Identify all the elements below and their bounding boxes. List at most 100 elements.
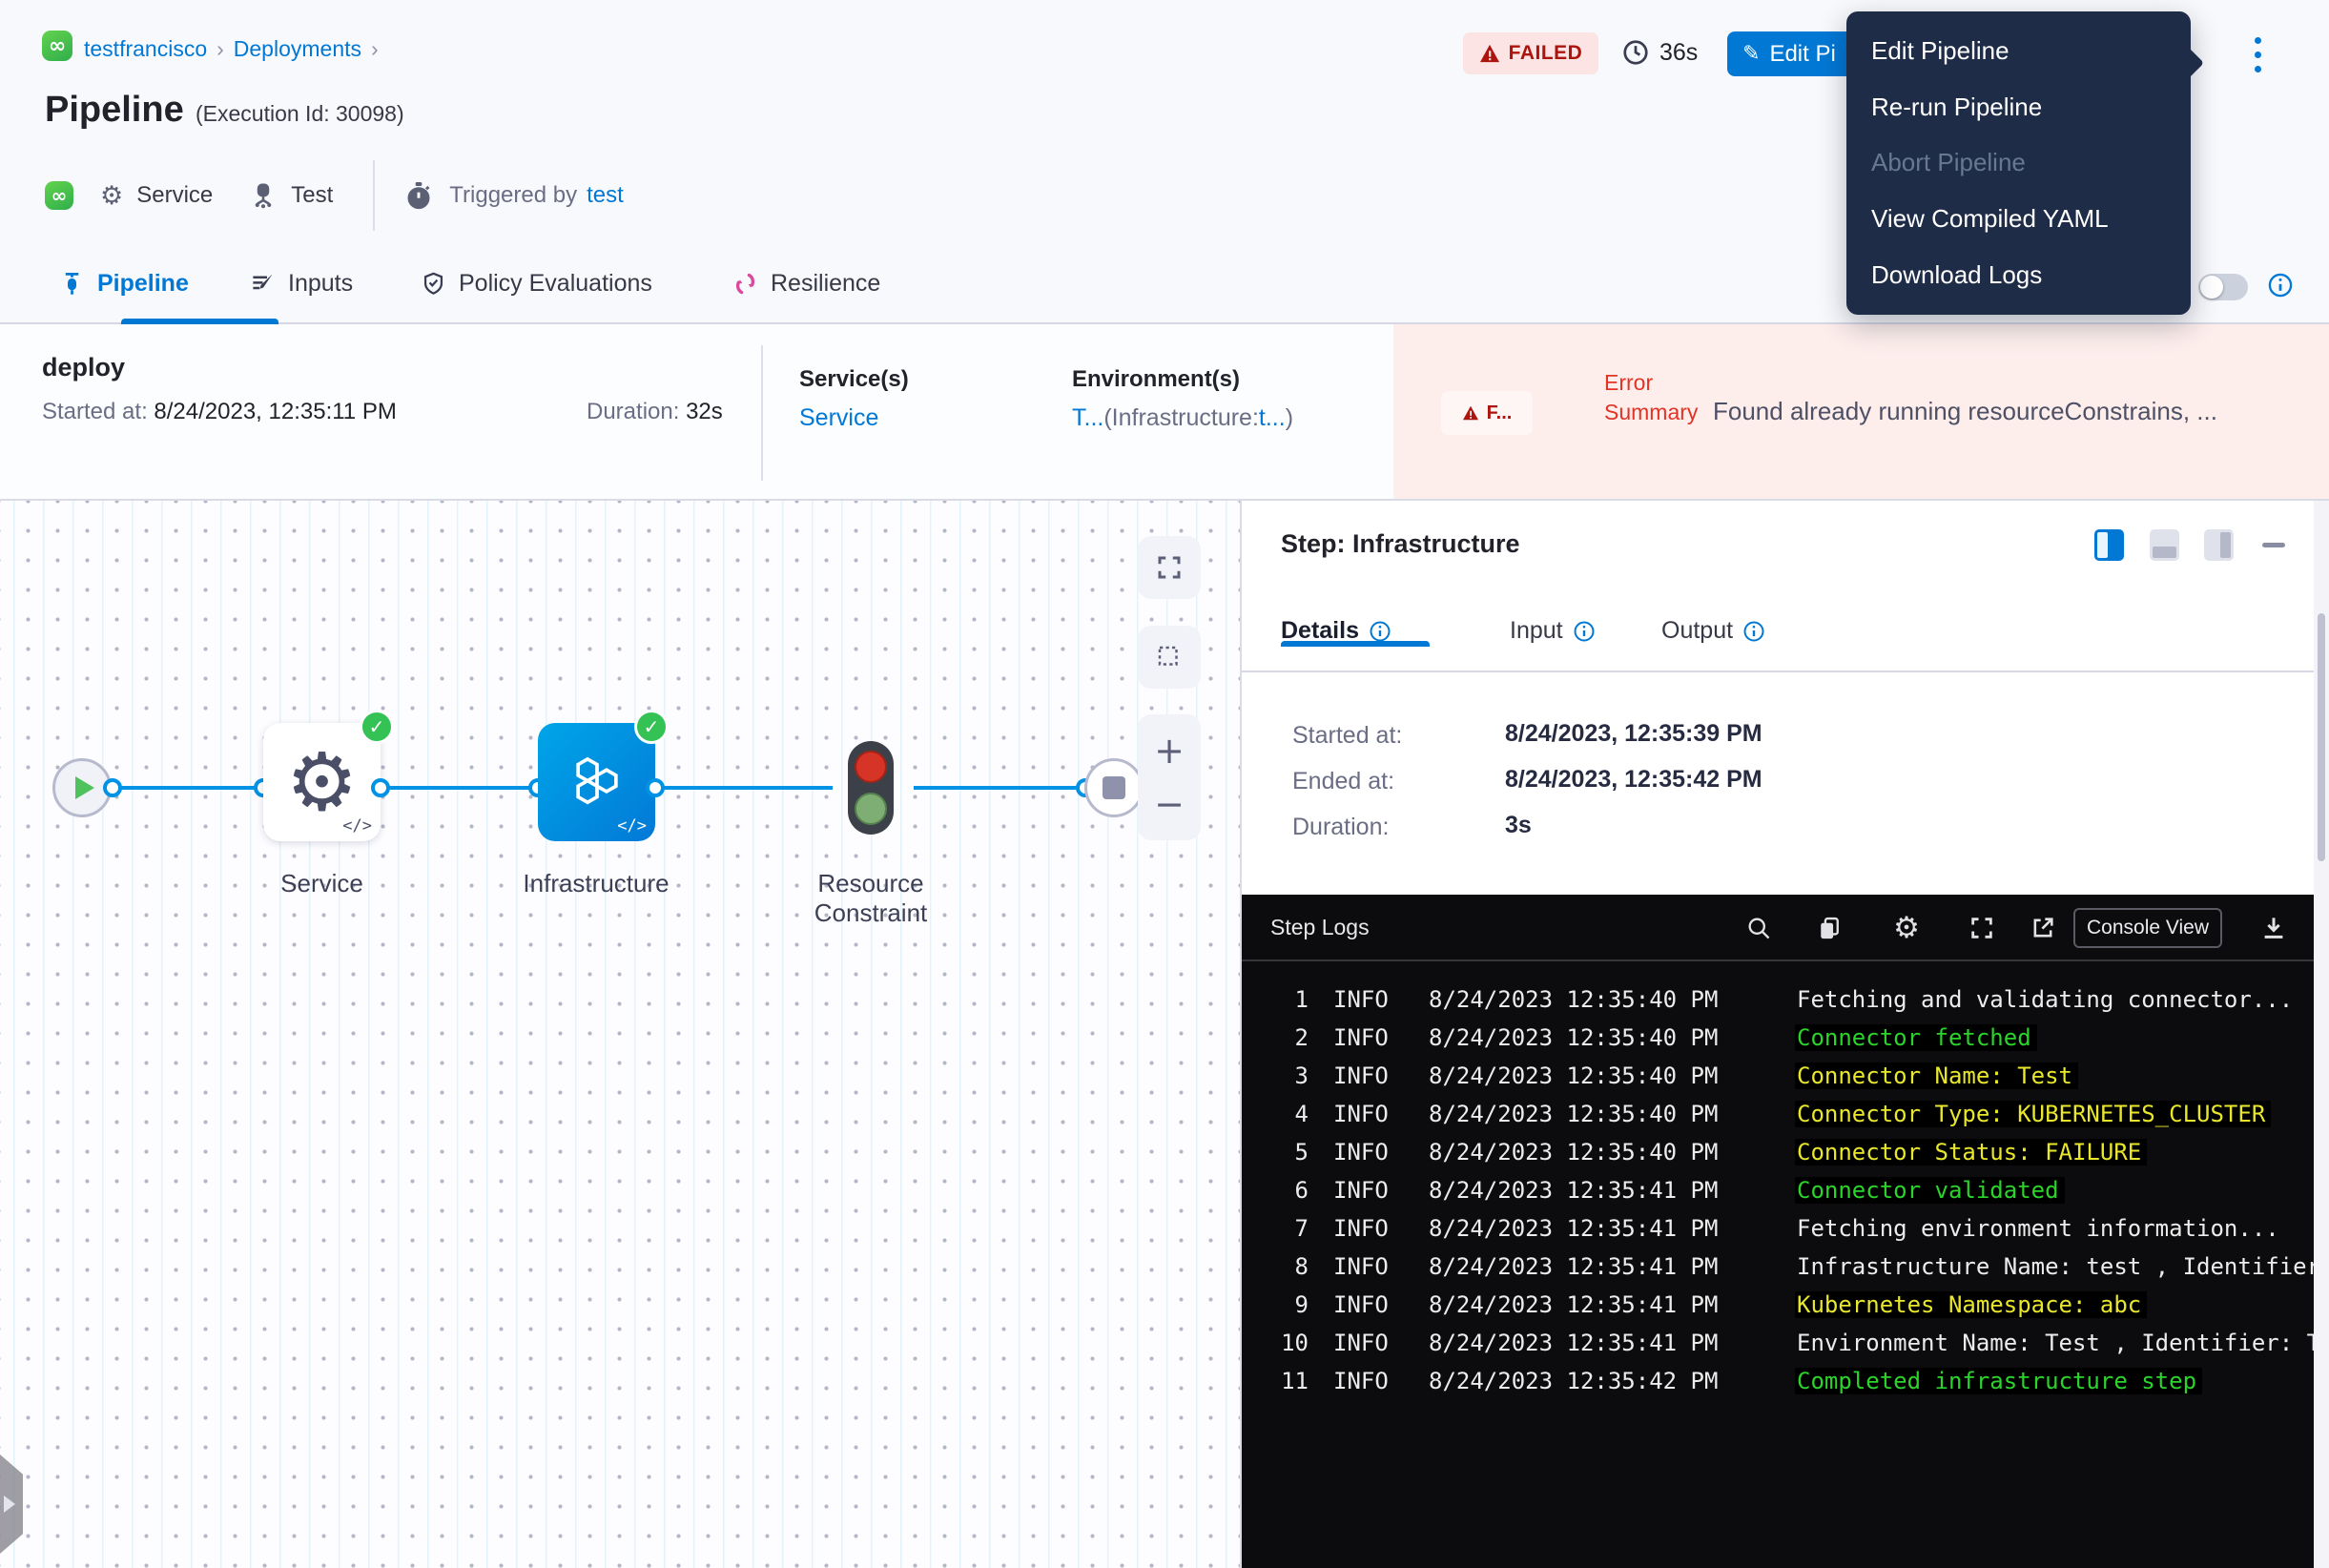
log-line: 7INFO8/24/2023 12:35:41 PMFetching envir… — [1242, 1209, 2315, 1248]
error-summary-zone: F... Error Summary Found already running… — [1393, 324, 2329, 499]
detail-duration-label: Duration: — [1292, 814, 1389, 841]
log-line: 2INFO8/24/2023 12:35:40 PMConnector fetc… — [1242, 1019, 2315, 1057]
shield-check-icon — [421, 271, 446, 297]
info-icon[interactable] — [2267, 272, 2294, 299]
resilience-icon — [732, 271, 758, 297]
node-infrastructure[interactable]: ✓ </> — [538, 723, 655, 841]
panel-scrollbar — [2314, 501, 2329, 1568]
log-copy-button[interactable] — [1812, 911, 1846, 945]
success-check-icon: ✓ — [634, 710, 669, 744]
detail-started-label: Started at: — [1292, 722, 1402, 750]
log-line: 1INFO8/24/2023 12:35:40 PMFetching and v… — [1242, 980, 2315, 1019]
stage-name: deploy — [42, 353, 125, 382]
elapsed-time: 36s — [1621, 38, 1698, 67]
node-service[interactable]: ⚙ ✓ </> — [263, 723, 381, 841]
code-icon: </> — [342, 816, 372, 836]
menu-item-download-logs[interactable]: Download Logs — [1846, 247, 2191, 303]
layout-bottom-view-button[interactable] — [2150, 529, 2179, 561]
zoom-in-button[interactable]: + — [1154, 732, 1185, 769]
environment-link[interactable]: T... — [1072, 404, 1103, 431]
play-icon — [75, 776, 94, 799]
traffic-light-red — [855, 751, 887, 783]
log-line: 5INFO8/24/2023 12:35:40 PMConnector Stat… — [1242, 1133, 2315, 1171]
menu-item-rerun-pipeline[interactable]: Re-run Pipeline — [1846, 79, 2191, 135]
breadcrumb-deployments-link[interactable]: Deployments — [234, 36, 361, 61]
infrastructure-link[interactable]: t... — [1259, 404, 1286, 431]
inputs-icon — [250, 271, 276, 297]
zoom-out-button[interactable]: − — [1154, 786, 1185, 822]
pipeline-actions-menu: Edit Pipeline Re-run Pipeline Abort Pipe… — [1846, 11, 2191, 315]
tab-input[interactable]: Input — [1510, 617, 1596, 645]
step-logs-header: Step Logs ⚙ Console View — [1242, 895, 2315, 961]
tab-inputs[interactable]: Inputs — [250, 245, 353, 322]
tab-resilience[interactable]: Resilience — [732, 245, 880, 322]
log-open-external-button[interactable] — [2026, 911, 2060, 945]
tab-details[interactable]: Details — [1281, 617, 1391, 645]
breadcrumb-separator: › — [216, 36, 224, 61]
status-badge-failed: FAILED — [1463, 32, 1598, 74]
service-gear-icon: ⚙ — [100, 181, 123, 211]
node-resource-constraint[interactable] — [848, 741, 894, 835]
breadcrumb-separator: › — [371, 36, 379, 61]
log-download-button[interactable] — [2257, 911, 2291, 945]
log-search-button[interactable] — [1742, 911, 1776, 945]
stopwatch-icon — [403, 180, 434, 211]
breadcrumb-project-link[interactable]: testfrancisco — [84, 36, 207, 61]
detail-started-value: 8/24/2023, 12:35:39 PM — [1505, 720, 1762, 748]
scrollbar-thumb[interactable] — [2318, 613, 2325, 861]
edge — [381, 786, 538, 790]
meta-test-label: Test — [291, 182, 333, 209]
step-logs-panel: Step Logs ⚙ Console View 1 — [1242, 895, 2315, 1568]
service-link[interactable]: Service — [799, 404, 878, 432]
tab-pipeline[interactable]: Pipeline — [59, 245, 189, 322]
port-dot — [646, 778, 665, 797]
log-line: 9INFO8/24/2023 12:35:41 PMKubernetes Nam… — [1242, 1286, 2315, 1324]
canvas-select-button[interactable] — [1138, 626, 1201, 689]
success-check-icon: ✓ — [360, 710, 394, 744]
layout-right-view-button[interactable] — [2094, 529, 2124, 561]
pipeline-graph-canvas[interactable]: ⚙ ✓ </> Service ✓ </> Infrastructure Res… — [0, 501, 1242, 1568]
log-settings-button[interactable]: ⚙ — [1889, 911, 1924, 945]
canvas-zoom-panel: + − — [1138, 714, 1201, 840]
port-dot — [103, 778, 122, 797]
node-label-service: Service — [244, 869, 400, 898]
tab-output[interactable]: Output — [1661, 617, 1765, 645]
environment-value: T...(Infrastructure:t...) — [1072, 404, 1293, 432]
tab-policy-evaluations[interactable]: Policy Evaluations — [421, 245, 652, 322]
page-title: Pipeline — [45, 90, 184, 131]
log-lines: 1INFO8/24/2023 12:35:40 PMFetching and v… — [1242, 963, 2315, 1568]
view-toggle[interactable] — [2198, 274, 2248, 300]
log-line: 3INFO8/24/2023 12:35:40 PMConnector Name… — [1242, 1057, 2315, 1095]
harness-logo-icon: ∞ — [45, 181, 73, 210]
log-line: 4INFO8/24/2023 12:35:40 PMConnector Type… — [1242, 1095, 2315, 1133]
end-node[interactable] — [1084, 758, 1144, 817]
meta-service-label: Service — [136, 182, 213, 209]
stage-duration: Duration: 32s — [587, 399, 723, 425]
minimize-button[interactable] — [2262, 543, 2285, 547]
menu-item-edit-pipeline[interactable]: Edit Pipeline — [1846, 23, 2191, 79]
detail-ended-label: Ended at: — [1292, 768, 1394, 795]
left-panel-expander[interactable] — [0, 1455, 23, 1554]
stage-summary-bar: deploy Started at: 8/24/2023, 12:35:11 P… — [0, 324, 2329, 501]
code-icon: </> — [617, 816, 647, 836]
infrastructure-hexagons-icon — [565, 750, 629, 815]
stop-icon — [1103, 776, 1125, 799]
info-icon — [1742, 620, 1765, 643]
canvas-fullscreen-button[interactable] — [1138, 536, 1201, 599]
step-details-panel: Step: Infrastructure Details Input Outpu… — [1242, 501, 2329, 1568]
clock-icon — [1621, 38, 1650, 67]
chevron-right-icon — [4, 1496, 15, 1513]
more-options-button[interactable] — [2243, 32, 2272, 76]
triggered-by-link[interactable]: test — [587, 182, 624, 209]
console-view-button[interactable]: Console View — [2073, 908, 2222, 948]
layout-minimized-view-button[interactable] — [2204, 529, 2234, 561]
warning-icon — [1479, 44, 1500, 63]
log-fullscreen-button[interactable] — [1965, 911, 1999, 945]
menu-item-view-compiled-yaml[interactable]: View Compiled YAML — [1846, 191, 2191, 247]
log-line: 6INFO8/24/2023 12:35:41 PMConnector vali… — [1242, 1171, 2315, 1209]
traffic-light-green — [855, 793, 887, 825]
step-logs-title: Step Logs — [1270, 915, 1370, 940]
menu-item-abort-pipeline: Abort Pipeline — [1846, 135, 2191, 192]
stage-divider — [761, 345, 763, 481]
pipeline-icon — [59, 271, 85, 297]
